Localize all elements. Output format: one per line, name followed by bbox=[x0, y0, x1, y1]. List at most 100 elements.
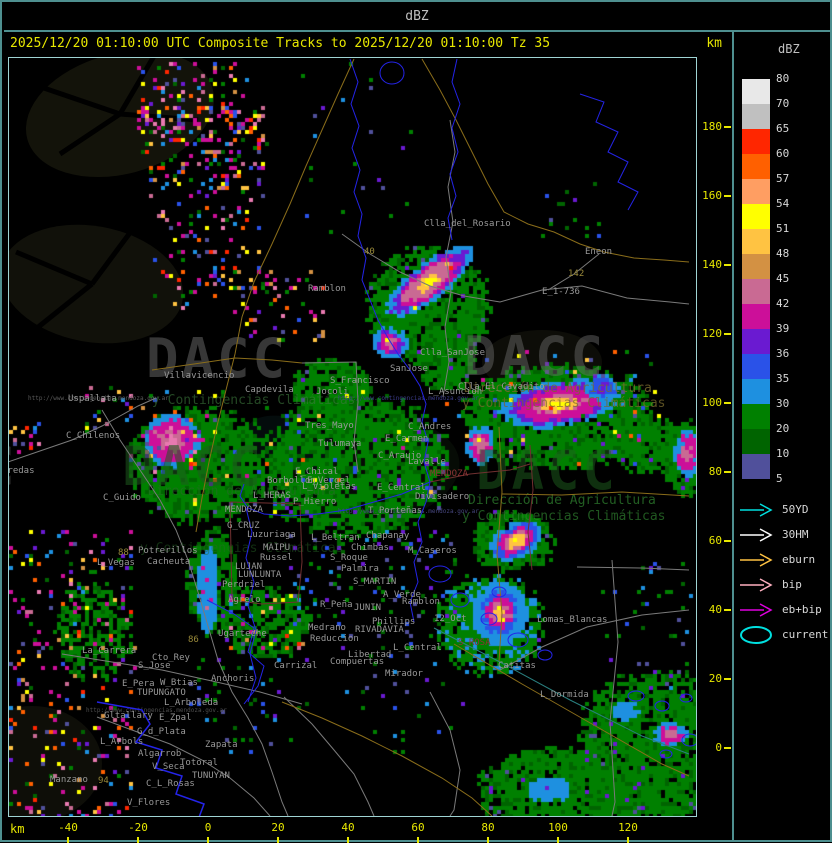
place-label: Potrerillos bbox=[138, 546, 198, 556]
water-body-outline bbox=[379, 61, 405, 85]
colorbar-swatch bbox=[742, 404, 770, 429]
y-axis-tick bbox=[724, 747, 731, 749]
place-label: Medrano bbox=[308, 623, 346, 633]
place-label: Reduccion bbox=[310, 634, 359, 644]
river-line bbox=[349, 58, 431, 483]
colorbar-title: dBZ bbox=[778, 42, 800, 56]
y-axis-tick bbox=[724, 608, 731, 611]
route-number-label: 86 bbox=[188, 635, 199, 645]
place-label: S_Francisco bbox=[330, 376, 390, 386]
place-label: Perdriel bbox=[222, 580, 266, 590]
colorbar-value-label: 80 bbox=[776, 72, 790, 85]
water-body-outline bbox=[450, 592, 470, 608]
y-axis-tick-label: 60 bbox=[708, 533, 722, 547]
place-label: RIVADAVIA bbox=[355, 625, 404, 635]
place-label: MENDOZA bbox=[225, 505, 263, 515]
place-label: M_Caseros bbox=[408, 546, 457, 556]
place-label: Mirador bbox=[385, 669, 423, 679]
legend-row-30hm: 30HM bbox=[738, 523, 832, 547]
boundary-line bbox=[576, 566, 690, 571]
track-arrow-icon bbox=[740, 553, 773, 567]
place-label: V_Flores bbox=[127, 798, 171, 808]
place-label: Clla_del_Rosario bbox=[424, 219, 511, 229]
place-label: Luzuriaga bbox=[247, 530, 296, 540]
x-axis-tick-label: 80 bbox=[481, 821, 495, 834]
track-arrow-icon bbox=[740, 578, 773, 592]
place-label: TUNUYAN bbox=[192, 771, 230, 781]
place-label: Ramblon bbox=[308, 284, 346, 294]
route-number-label: 142 bbox=[568, 269, 585, 279]
colorbar-value-label: 57 bbox=[776, 172, 790, 185]
place-label: L_Central bbox=[393, 643, 442, 653]
track-arrow-icon bbox=[740, 603, 773, 617]
road-line bbox=[453, 643, 690, 777]
place-label: L_Asuncion bbox=[428, 387, 483, 397]
y-axis-tick-label: 140 bbox=[702, 257, 722, 271]
colorbar-value-label: 54 bbox=[776, 197, 790, 210]
water-body-outline bbox=[428, 565, 452, 583]
colorbar-value-label: 10 bbox=[776, 447, 790, 460]
x-axis-tick-label: 120 bbox=[618, 821, 638, 834]
y-axis-tick bbox=[724, 125, 731, 128]
place-label: Jocoli bbox=[316, 387, 349, 397]
water-body-outline bbox=[537, 649, 553, 661]
x-axis-tick bbox=[277, 837, 279, 843]
colorbar-value-label: 30 bbox=[776, 397, 790, 410]
place-label: Totoral bbox=[180, 758, 218, 768]
place-label: TUPUNGATO bbox=[137, 688, 186, 698]
colorbar-swatch bbox=[742, 154, 770, 179]
titan-radar-window: dBZ 2025/12/20 01:10:00 UTC Composite Tr… bbox=[0, 0, 832, 843]
radar-map[interactable]: DACCDACCDACCDACCCDirección de Agricultur… bbox=[9, 58, 696, 816]
colorbar-title-bar: dBZ bbox=[4, 4, 830, 32]
legend-label: current bbox=[782, 628, 829, 641]
colorbar-value-label: 60 bbox=[776, 147, 790, 160]
place-label: JUNIN bbox=[354, 603, 382, 613]
boundary-line bbox=[429, 691, 461, 816]
place-label: W_Btias bbox=[160, 678, 198, 688]
colorbar-swatch bbox=[742, 129, 770, 154]
place-label: Ramblon bbox=[402, 597, 440, 607]
window-title: 2025/12/20 01:10:00 UTC Composite Tracks… bbox=[10, 36, 551, 51]
place-label: Ugarteche bbox=[218, 629, 267, 639]
x-axis-tick bbox=[487, 837, 489, 843]
x-axis-tick-label: -40 bbox=[58, 821, 78, 834]
y-axis-tick-label: 20 bbox=[708, 671, 722, 685]
side-panel: dBZ 80 70 65 60 57 54 51 48 45 42 39 36 35 30 20 10 5 50… bbox=[732, 32, 832, 842]
place-label: La_Carrera bbox=[82, 646, 137, 656]
department-label: MENDOZA bbox=[430, 469, 468, 479]
place-label: Tres_Mayo bbox=[305, 421, 354, 431]
y-axis-tick-label: 160 bbox=[702, 188, 722, 202]
colorbar-swatch bbox=[742, 204, 770, 229]
track-arrow-icon bbox=[740, 503, 773, 517]
place-label: S_Roque bbox=[330, 553, 368, 563]
place-label: L_Vegas bbox=[97, 558, 135, 568]
colorbar-swatch bbox=[742, 304, 770, 329]
place-label: Clla_SanJose bbox=[420, 348, 486, 358]
place-label: C_L_Rosas bbox=[146, 779, 195, 789]
colorbar-value-label: 42 bbox=[776, 297, 790, 310]
water-body-outline bbox=[679, 693, 693, 703]
water-body-outline bbox=[507, 632, 529, 648]
place-label: Chimbas bbox=[351, 543, 389, 553]
colorbar-swatch bbox=[742, 429, 770, 454]
place-label: Catitas bbox=[498, 661, 536, 671]
legend-row-bip: bip bbox=[738, 573, 832, 597]
place-label: C_Andres bbox=[408, 422, 452, 432]
place-label: Villavicencio bbox=[164, 371, 235, 381]
boundary-line bbox=[609, 559, 619, 816]
place-label: E_Zpal bbox=[159, 713, 192, 723]
place-label: 12_Oct bbox=[434, 614, 467, 624]
y-axis-tick-label: 120 bbox=[702, 326, 722, 340]
place-label: Divisadero bbox=[415, 492, 470, 502]
colorbar-swatch bbox=[742, 354, 770, 379]
colorbar-swatch bbox=[742, 454, 770, 479]
top-dbz-label: dBZ bbox=[405, 9, 429, 24]
y-axis-tick bbox=[724, 677, 731, 680]
road-line bbox=[195, 58, 355, 533]
y-axis-tick-label: 80 bbox=[708, 464, 722, 478]
river-line bbox=[447, 58, 461, 241]
department-border-line bbox=[527, 444, 534, 571]
place-label: L_Violetas bbox=[302, 482, 357, 492]
place-label: LUNLUNTA bbox=[238, 570, 282, 580]
colorbar-swatch bbox=[742, 229, 770, 254]
